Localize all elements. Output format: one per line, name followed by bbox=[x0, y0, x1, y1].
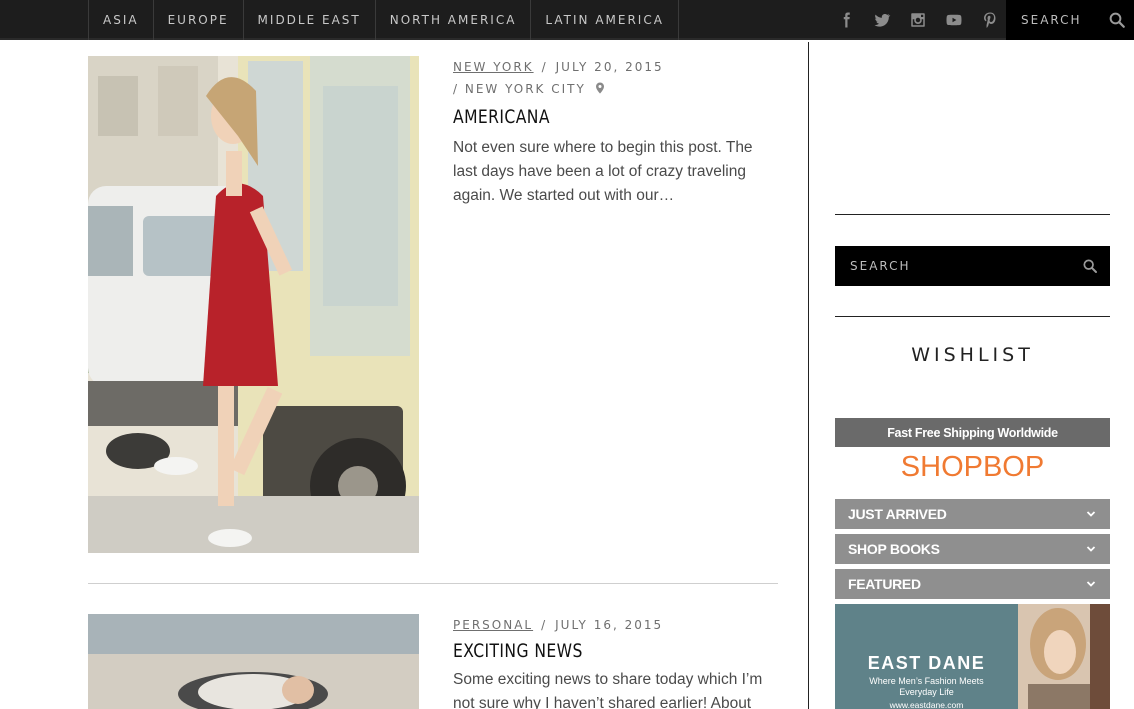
nav-item-latin-america[interactable]: LATIN AMERICA bbox=[531, 0, 679, 40]
top-search-input[interactable] bbox=[1006, 13, 1102, 27]
twitter-icon[interactable] bbox=[864, 0, 900, 40]
beach-photo bbox=[88, 614, 419, 709]
wishlist-heading: WISHLIST bbox=[911, 344, 1034, 366]
pinterest-icon[interactable] bbox=[972, 0, 1008, 40]
shipping-banner[interactable]: Fast Free Shipping Worldwide bbox=[835, 418, 1110, 447]
post-excerpt: Some exciting news to share today which … bbox=[453, 671, 763, 709]
post-location: / NEW YORK CITY bbox=[453, 78, 773, 100]
shop-row-label: FEATURED bbox=[848, 576, 921, 592]
region-nav: ASIA EUROPE MIDDLE EAST NORTH AMERICA LA… bbox=[88, 0, 679, 40]
category-link[interactable]: NEW YORK bbox=[453, 60, 534, 74]
nav-item-middle-east[interactable]: MIDDLE EAST bbox=[244, 0, 376, 40]
sidebar-rule bbox=[835, 316, 1110, 317]
shop-row-shop-books[interactable]: SHOP BOOKS bbox=[835, 534, 1110, 564]
shop-row-featured[interactable]: FEATURED bbox=[835, 569, 1110, 599]
sidebar-search-box bbox=[835, 246, 1110, 286]
youtube-icon[interactable] bbox=[936, 0, 972, 40]
ad-text-panel: EAST DANE Where Men’s Fashion Meets Ever… bbox=[835, 604, 1018, 709]
ad-subtitle: Where Men’s Fashion Meets Everyday Life bbox=[869, 676, 984, 697]
chevron-down-icon bbox=[1086, 511, 1096, 517]
post-divider bbox=[88, 583, 778, 584]
post-meta: PERSONAL / JULY 16, 2015 bbox=[453, 618, 664, 632]
post-title[interactable]: AMERICANA bbox=[453, 106, 715, 128]
shop-row-just-arrived[interactable]: JUST ARRIVED bbox=[835, 499, 1110, 529]
post-date: JULY 16, 2015 bbox=[555, 618, 664, 632]
ad-photo bbox=[1018, 604, 1110, 709]
post-excerpt: Not even sure where to begin this post. … bbox=[453, 139, 753, 204]
search-icon[interactable] bbox=[1082, 258, 1098, 274]
chevron-down-icon bbox=[1086, 581, 1096, 587]
eastdane-ad[interactable]: EAST DANE Where Men’s Fashion Meets Ever… bbox=[835, 604, 1110, 709]
facebook-icon[interactable] bbox=[828, 0, 864, 40]
post-body: PERSONAL / JULY 16, 2015 EXCITING NEWS Som… bbox=[453, 614, 773, 709]
post-image[interactable] bbox=[88, 56, 419, 553]
category-link[interactable]: PERSONAL bbox=[453, 618, 533, 632]
nav-item-europe[interactable]: EUROPE bbox=[154, 0, 244, 40]
social-links bbox=[828, 0, 1008, 40]
post-image[interactable] bbox=[88, 614, 419, 709]
sidebar-rule bbox=[835, 214, 1110, 215]
shop-row-label: JUST ARRIVED bbox=[848, 506, 947, 522]
ad-title: EAST DANE bbox=[867, 653, 986, 673]
search-icon[interactable] bbox=[1108, 11, 1126, 29]
shop-row-label: SHOP BOOKS bbox=[848, 541, 940, 557]
ad-url: www.eastdane.com bbox=[889, 700, 964, 709]
post-date: JULY 20, 2015 bbox=[555, 60, 664, 74]
street-photo bbox=[88, 56, 419, 553]
map-pin-icon bbox=[595, 82, 604, 94]
shopbop-logo[interactable]: SHOPBOP bbox=[835, 451, 1110, 484]
top-search-box bbox=[1006, 0, 1134, 40]
blog-post: NEW YORK / JULY 20, 2015 / NEW YORK CITY A… bbox=[88, 56, 778, 553]
post-meta: NEW YORK / JULY 20, 2015 bbox=[453, 60, 664, 74]
sidebar-search-input[interactable] bbox=[835, 259, 1082, 273]
location-label[interactable]: NEW YORK CITY bbox=[465, 82, 586, 96]
post-body: NEW YORK / JULY 20, 2015 / NEW YORK CITY A… bbox=[453, 56, 773, 208]
nav-item-asia[interactable]: ASIA bbox=[89, 0, 154, 40]
column-separator bbox=[808, 42, 809, 709]
blog-post: PERSONAL / JULY 16, 2015 EXCITING NEWS Som… bbox=[88, 614, 778, 709]
chevron-down-icon bbox=[1086, 546, 1096, 552]
instagram-icon[interactable] bbox=[900, 0, 936, 40]
post-title[interactable]: EXCITING NEWS bbox=[453, 640, 715, 662]
top-navigation-bar: ASIA EUROPE MIDDLE EAST NORTH AMERICA LA… bbox=[0, 0, 1134, 40]
nav-item-north-america[interactable]: NORTH AMERICA bbox=[376, 0, 532, 40]
